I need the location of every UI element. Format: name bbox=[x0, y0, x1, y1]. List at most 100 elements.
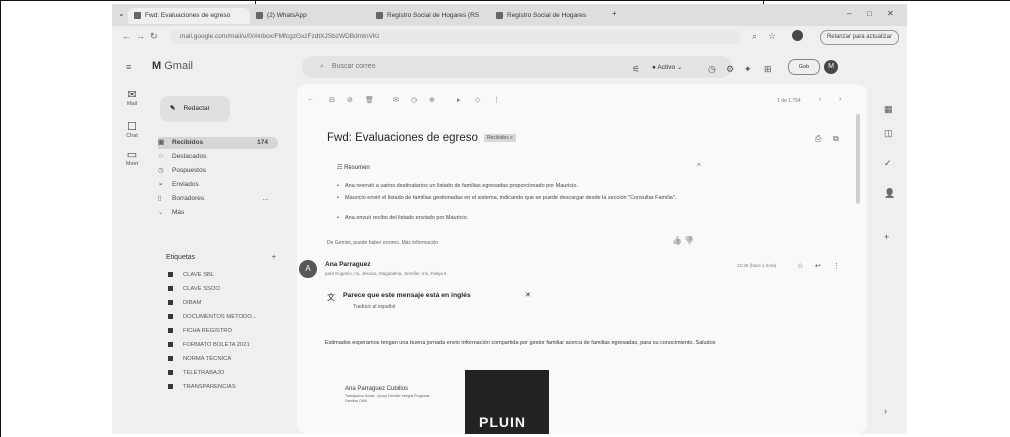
side-panel-bar: ▦ ◫ ✓ 👤 + › bbox=[872, 84, 907, 434]
settings-gear-icon[interactable]: ⚙ bbox=[726, 64, 734, 75]
label-item[interactable]: TRANSPARENCIAS bbox=[168, 384, 288, 390]
more-options-icon[interactable]: ⋮ bbox=[493, 96, 500, 104]
contacts-icon[interactable]: 👤 bbox=[884, 188, 895, 199]
account-avatar[interactable]: M bbox=[824, 60, 838, 74]
zoom-icon[interactable]: ⌕ bbox=[752, 31, 757, 42]
folder-snoozed[interactable]: ◷ Pospuestos bbox=[158, 165, 278, 177]
report-spam-icon[interactable]: ⊘ bbox=[347, 96, 353, 104]
reload-icon[interactable]: ↻ bbox=[150, 31, 158, 42]
calendar-icon[interactable]: ▦ bbox=[884, 104, 893, 115]
next-message-icon[interactable]: › bbox=[839, 96, 841, 103]
reading-pane: ← ⊟ ⊘ 🗑 ✉ ◷ ⊕ ▸ ◇ ⋮ 1 de 1.754 ‹ › Fwd: … bbox=[297, 84, 867, 434]
page-favicon-icon bbox=[496, 11, 503, 19]
label-item[interactable]: FORMATO BOLETA 2021 bbox=[168, 342, 288, 348]
rail-item-meet[interactable]: ▭ Meet bbox=[118, 148, 146, 167]
snooze-icon[interactable]: ◷ bbox=[411, 96, 417, 104]
label-item[interactable]: NORMA TÉCNICA bbox=[168, 356, 288, 362]
sender-avatar: A bbox=[299, 260, 317, 278]
message-more-icon[interactable]: ⋮ bbox=[833, 262, 840, 270]
support-icon[interactable]: ◷ bbox=[708, 64, 716, 75]
prev-message-icon[interactable]: ‹ bbox=[819, 96, 821, 103]
summary-sparkle-icon: ☷ bbox=[337, 165, 343, 171]
screenshot-area: ⌄ Fwd: Evaluaciones de egreso (2) WhatsA… bbox=[112, 4, 907, 434]
folder-sent[interactable]: ➢ Enviados bbox=[158, 179, 278, 191]
label-item[interactable]: CLAVE SSOO bbox=[168, 286, 288, 292]
collapse-summary-icon[interactable]: ^ bbox=[697, 162, 701, 171]
compose-button[interactable]: ✎ Redactar bbox=[160, 96, 230, 122]
signature-logo-image: PLUIN bbox=[465, 370, 549, 434]
rail-item-chat[interactable]: ☐ Chat bbox=[118, 120, 146, 139]
search-options-icon[interactable]: ⚟ bbox=[632, 64, 640, 75]
gmail-logo[interactable]: M Gmail bbox=[152, 60, 193, 72]
delete-icon[interactable]: 🗑 bbox=[365, 96, 374, 104]
summary-disclaimer[interactable]: De Gemini, puede haber errores. Más info… bbox=[327, 240, 438, 246]
forward-icon[interactable]: → bbox=[136, 31, 145, 41]
profile-icon[interactable] bbox=[792, 30, 803, 41]
browser-tab-rsh-2[interactable]: Registro Social de Hogares bbox=[490, 8, 612, 24]
folder-starred[interactable]: ☆ Destacados bbox=[158, 151, 278, 163]
chat-icon: ☐ bbox=[127, 121, 137, 133]
gemini-icon[interactable]: ✦ bbox=[744, 64, 752, 75]
star-message-icon[interactable]: ☆ bbox=[797, 262, 803, 270]
browser-tab-rsh-1[interactable]: Registro Social de Hogares (RS bbox=[370, 8, 500, 24]
chevron-down-icon: ⌄ bbox=[158, 209, 164, 216]
inbox-tag[interactable]: Recibidos x bbox=[483, 133, 516, 142]
mail-icon: ✉ bbox=[127, 89, 137, 101]
label-item[interactable]: TELETRABAJO bbox=[168, 370, 288, 376]
apps-grid-icon[interactable]: ⊞ bbox=[764, 64, 772, 75]
org-chip[interactable]: Gob bbox=[788, 59, 820, 75]
reply-icon[interactable]: ↩ bbox=[815, 262, 821, 270]
search-icon[interactable]: ⌕ bbox=[320, 63, 324, 70]
whatsapp-favicon-icon bbox=[256, 11, 263, 19]
minimize-icon[interactable]: – bbox=[847, 9, 851, 18]
rail-item-mail[interactable]: ✉ Mail bbox=[118, 88, 146, 107]
translate-link[interactable]: Traducir al español bbox=[353, 304, 395, 310]
expand-panel-icon[interactable]: › bbox=[884, 406, 887, 416]
message-body: Estimados esperamos tengan una buena jor… bbox=[325, 340, 716, 346]
keep-icon[interactable]: ◫ bbox=[884, 128, 893, 139]
scrollbar[interactable] bbox=[856, 114, 860, 204]
gmail-header: ≡ M Gmail ⌕ Buscar correo ⚟ ● Activo ⌄ ◷ … bbox=[112, 48, 907, 84]
translate-icon: 文 bbox=[327, 293, 335, 302]
signature-name: Ana Parraguez Cubillos bbox=[345, 386, 409, 392]
browser-tab-bar: ⌄ Fwd: Evaluaciones de egreso (2) WhatsA… bbox=[112, 4, 907, 26]
mark-unread-icon[interactable]: ✉ bbox=[393, 96, 399, 104]
url-field[interactable]: mail.google.com/mail/u/0/#inbox/FMfcgzGx… bbox=[170, 30, 740, 44]
add-addon-icon[interactable]: + bbox=[884, 232, 889, 242]
relaunch-button[interactable]: Relanzar para actualizar bbox=[819, 30, 899, 45]
sender-name[interactable]: Ana Parraguez bbox=[325, 261, 371, 268]
label-item[interactable]: FICHA REGISTRO bbox=[168, 328, 288, 334]
label-icon[interactable]: ◇ bbox=[475, 96, 480, 104]
bookmark-star-icon[interactable]: ☆ bbox=[768, 31, 776, 42]
open-new-window-icon[interactable]: ⧉ bbox=[833, 134, 839, 144]
tab-search-icon[interactable]: ⌄ bbox=[118, 9, 125, 18]
close-window-icon[interactable]: ✕ bbox=[887, 9, 894, 18]
main-menu-icon[interactable]: ≡ bbox=[126, 62, 131, 72]
browser-tab-gmail[interactable]: Fwd: Evaluaciones de egreso bbox=[128, 8, 250, 24]
browser-address-bar: ← → ↻ mail.google.com/mail/u/0/#inbox/FM… bbox=[112, 26, 907, 48]
add-label-icon[interactable]: + bbox=[272, 254, 276, 261]
thumbs-up-icon[interactable]: 👍 bbox=[672, 236, 682, 245]
new-tab-icon[interactable]: + bbox=[612, 9, 617, 18]
archive-icon[interactable]: ⊟ bbox=[329, 96, 335, 104]
thumbs-down-icon[interactable]: 👎 bbox=[684, 236, 694, 245]
translate-banner: 文 Parece que este mensaje está en inglés… bbox=[327, 291, 531, 310]
folder-inbox[interactable]: ▣ Recibidos 174 bbox=[158, 137, 278, 149]
meet-icon: ▭ bbox=[126, 149, 138, 161]
tasks-icon[interactable]: ✓ bbox=[884, 158, 892, 169]
back-icon[interactable]: ← bbox=[122, 31, 131, 41]
print-icon[interactable]: ⎙ bbox=[815, 134, 821, 144]
label-item[interactable]: CLAVE SBL bbox=[168, 272, 288, 278]
status-selector[interactable]: ● Activo ⌄ bbox=[652, 63, 682, 71]
label-item[interactable]: DIBAM bbox=[168, 300, 288, 306]
folder-more[interactable]: ⌄ Más bbox=[158, 207, 278, 219]
label-item[interactable]: DOCUMENTOS METODO... bbox=[168, 314, 288, 320]
back-arrow-icon[interactable]: ← bbox=[307, 96, 314, 103]
folder-drafts[interactable]: ▯ Borradores... bbox=[158, 193, 278, 205]
browser-tab-whatsapp[interactable]: (2) WhatsApp bbox=[250, 8, 382, 24]
move-to-icon[interactable]: ▸ bbox=[457, 96, 461, 104]
add-task-icon[interactable]: ⊕ bbox=[429, 96, 435, 104]
close-banner-icon[interactable]: ✕ bbox=[525, 291, 531, 299]
maximize-icon[interactable]: □ bbox=[867, 9, 872, 18]
recipients-line[interactable]: para Eugenio, mi, Jessica, Magdalena, Je… bbox=[325, 271, 446, 277]
